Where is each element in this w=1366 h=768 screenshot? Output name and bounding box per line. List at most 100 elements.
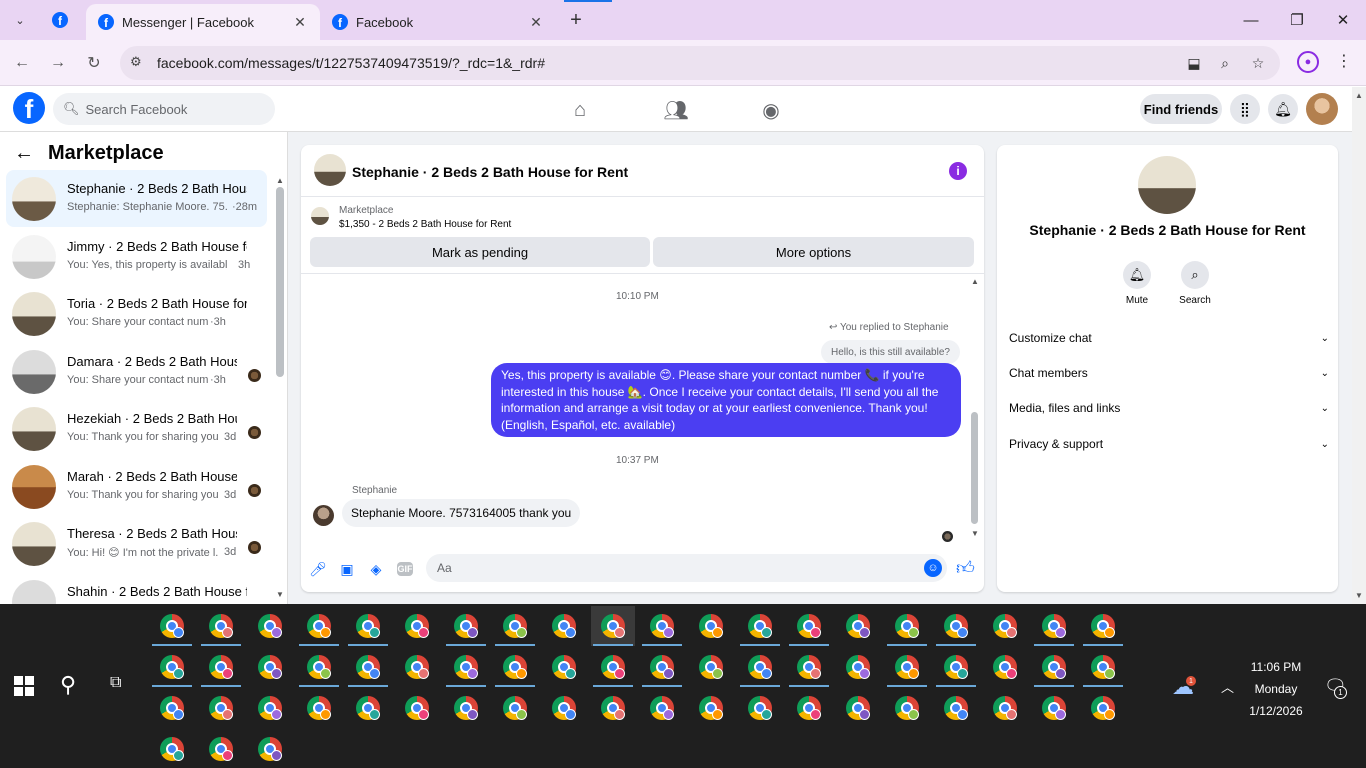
taskbar-chrome-icon[interactable] [493,688,537,728]
microphone-icon[interactable]: 🎤︎ [308,559,328,579]
taskbar-chrome-icon[interactable] [297,606,341,646]
conversation-item-shahin[interactable]: Shahin · 2 Beds 2 Bath House for Rent [6,573,267,604]
url-text[interactable]: facebook.com/messages/t/1227537409473519… [157,55,545,71]
conversation-item-marah[interactable]: Marah · 2 Beds 2 Bath House for Rent You… [6,458,267,515]
taskbar-chrome-icon[interactable] [493,647,537,687]
taskbar-chrome-icon[interactable] [836,647,880,687]
chat-title[interactable]: Stephanie · 2 Beds 2 Bath House for Rent [352,164,628,180]
taskbar-chrome-icon[interactable] [542,606,586,646]
conversation-item-theresa[interactable]: Theresa · 2 Beds 2 Bath House for Rent Y… [6,515,267,572]
taskbar-chrome-icon[interactable] [738,606,782,646]
taskbar-chrome-icon[interactable] [1081,688,1125,728]
back-arrow-icon[interactable]: ← [14,142,34,165]
zoom-icon[interactable]: ⌕ [1214,53,1236,73]
list-scrollbar-thumb[interactable] [276,187,284,377]
tab-search-chevron-down-icon[interactable]: ⌄ [8,8,32,32]
taskbar-chrome-icon[interactable] [199,729,243,768]
taskbar-chrome-icon[interactable] [689,606,733,646]
taskbar-chrome-icon[interactable] [689,647,733,687]
page-scrollbar[interactable]: ▲ ▼ [1352,87,1366,604]
taskbar-clock[interactable]: 11:06 PM Monday 1/12/2026 [1240,656,1312,722]
search-in-chat-button[interactable]: ⌕ Search [1170,261,1220,306]
taskbar-chrome-icon[interactable] [444,606,488,646]
taskbar-chrome-icon[interactable] [199,647,243,687]
taskbar-chrome-icon[interactable] [836,688,880,728]
address-bar[interactable]: ⚙ facebook.com/messages/t/12275374094735… [120,46,1280,80]
account-avatar[interactable] [1306,93,1338,125]
conversation-item-hezekiah[interactable]: Hezekiah · 2 Beds 2 Bath House for Rent … [6,400,267,457]
taskbar-chrome-icon[interactable] [346,606,390,646]
scroll-up-icon[interactable]: ▲ [1355,91,1363,100]
taskbar-chrome-icon[interactable] [983,606,1027,646]
restore-icon[interactable]: ❐ [1282,8,1312,32]
quoted-message[interactable]: Hello, is this still available? [821,340,960,364]
gif-icon[interactable]: GIF [397,562,413,576]
bookmark-star-icon[interactable]: ☆ [1247,53,1269,73]
taskbar-chrome-icon[interactable] [591,606,635,646]
chat-members-row[interactable]: Chat members ⌄ [1009,363,1329,383]
taskbar-chrome-icon[interactable] [150,647,194,687]
chat-scroll-down-icon[interactable]: ▼ [971,529,979,538]
taskbar-chrome-icon[interactable] [787,688,831,728]
home-icon[interactable]: ⌂ [566,97,594,123]
taskbar-chrome-icon[interactable] [1032,688,1076,728]
conversation-item-jimmy[interactable]: Jimmy · 2 Beds 2 Bath House for Rent You… [6,228,267,285]
pinned-tab-facebook[interactable]: f [46,8,74,32]
taskbar-chrome-icon[interactable] [738,647,782,687]
tab-close-icon[interactable]: ✕ [528,14,544,31]
listing-title[interactable]: $1,350 - 2 Beds 2 Bath House for Rent [339,219,511,230]
find-friends-button[interactable]: Find friends [1140,94,1222,124]
minimize-icon[interactable]: — [1236,8,1266,32]
taskbar-chrome-icon[interactable] [150,729,194,768]
chat-scrollbar-thumb[interactable] [971,412,978,524]
attach-photo-icon[interactable]: ▣ [337,559,357,579]
taskbar-chrome-icon[interactable] [297,647,341,687]
sent-message-bubble[interactable]: Yes, this property is available 😊. Pleas… [491,363,961,437]
taskbar-chrome-icon[interactable] [248,688,292,728]
taskbar-chrome-icon[interactable] [885,688,929,728]
tab-messenger[interactable]: f Messenger | Facebook ✕ [86,4,320,40]
facebook-logo-icon[interactable]: f [13,92,45,124]
taskbar-chrome-icon[interactable] [150,688,194,728]
chat-scroll-up-icon[interactable]: ▲ [971,277,979,286]
notifications-bell-icon[interactable]: 🔔︎ [1268,94,1298,124]
taskbar-chrome-icon[interactable] [395,647,439,687]
taskbar-chrome-icon[interactable] [640,647,684,687]
friends-icon[interactable]: 👥︎ [662,97,690,123]
taskbar-chrome-icon[interactable] [248,729,292,768]
tray-chevron-up-icon[interactable]: ︿ [1221,677,1234,696]
mark-as-pending-button[interactable]: Mark as pending [310,237,650,267]
taskbar-chrome-icon[interactable] [150,606,194,646]
taskbar-chrome-icon[interactable] [542,647,586,687]
conversation-item-damara[interactable]: Damara · 2 Beds 2 Bath House for Rent Yo… [6,343,267,400]
window-close-icon[interactable]: ✕ [1328,8,1358,32]
install-icon[interactable]: ⬓ [1183,53,1205,73]
forward-arrow-right-icon[interactable]: → [46,51,70,75]
conversation-item-toria[interactable]: Toria · 2 Beds 2 Bath House for Rent You… [6,285,267,342]
taskbar-chrome-icon[interactable] [983,688,1027,728]
taskbar-chrome-icon[interactable] [640,688,684,728]
like-thumbs-up-icon[interactable]: 👍︎ [956,557,975,579]
taskbar-chrome-icon[interactable] [493,606,537,646]
taskbar-chrome-icon[interactable] [395,606,439,646]
taskbar-chrome-icon[interactable] [689,688,733,728]
new-tab-plus-icon[interactable]: + [564,8,588,32]
mute-button[interactable]: 🔔︎ Mute [1112,261,1162,306]
taskbar-search-icon[interactable]: ⚲ [60,672,76,698]
emoji-icon[interactable]: ☺ [924,559,942,577]
taskbar-chrome-icon[interactable] [346,688,390,728]
tab-close-icon[interactable]: ✕ [292,14,308,31]
sticker-icon[interactable]: ◈ [366,559,386,579]
taskbar-chrome-icon[interactable] [297,688,341,728]
chat-thumbnail[interactable] [314,154,346,186]
taskbar-chrome-icon[interactable] [934,606,978,646]
sender-avatar[interactable] [313,505,334,526]
taskbar-chrome-icon[interactable] [199,688,243,728]
customize-chat-row[interactable]: Customize chat ⌄ [1009,328,1329,348]
site-info-tune-icon[interactable]: ⚙ [130,54,142,70]
taskbar-chrome-icon[interactable] [444,647,488,687]
taskbar-chrome-icon[interactable] [248,606,292,646]
taskbar-chrome-icon[interactable] [1032,647,1076,687]
tab-facebook[interactable]: f Facebook ✕ [320,4,556,40]
taskbar-chrome-icon[interactable] [885,606,929,646]
